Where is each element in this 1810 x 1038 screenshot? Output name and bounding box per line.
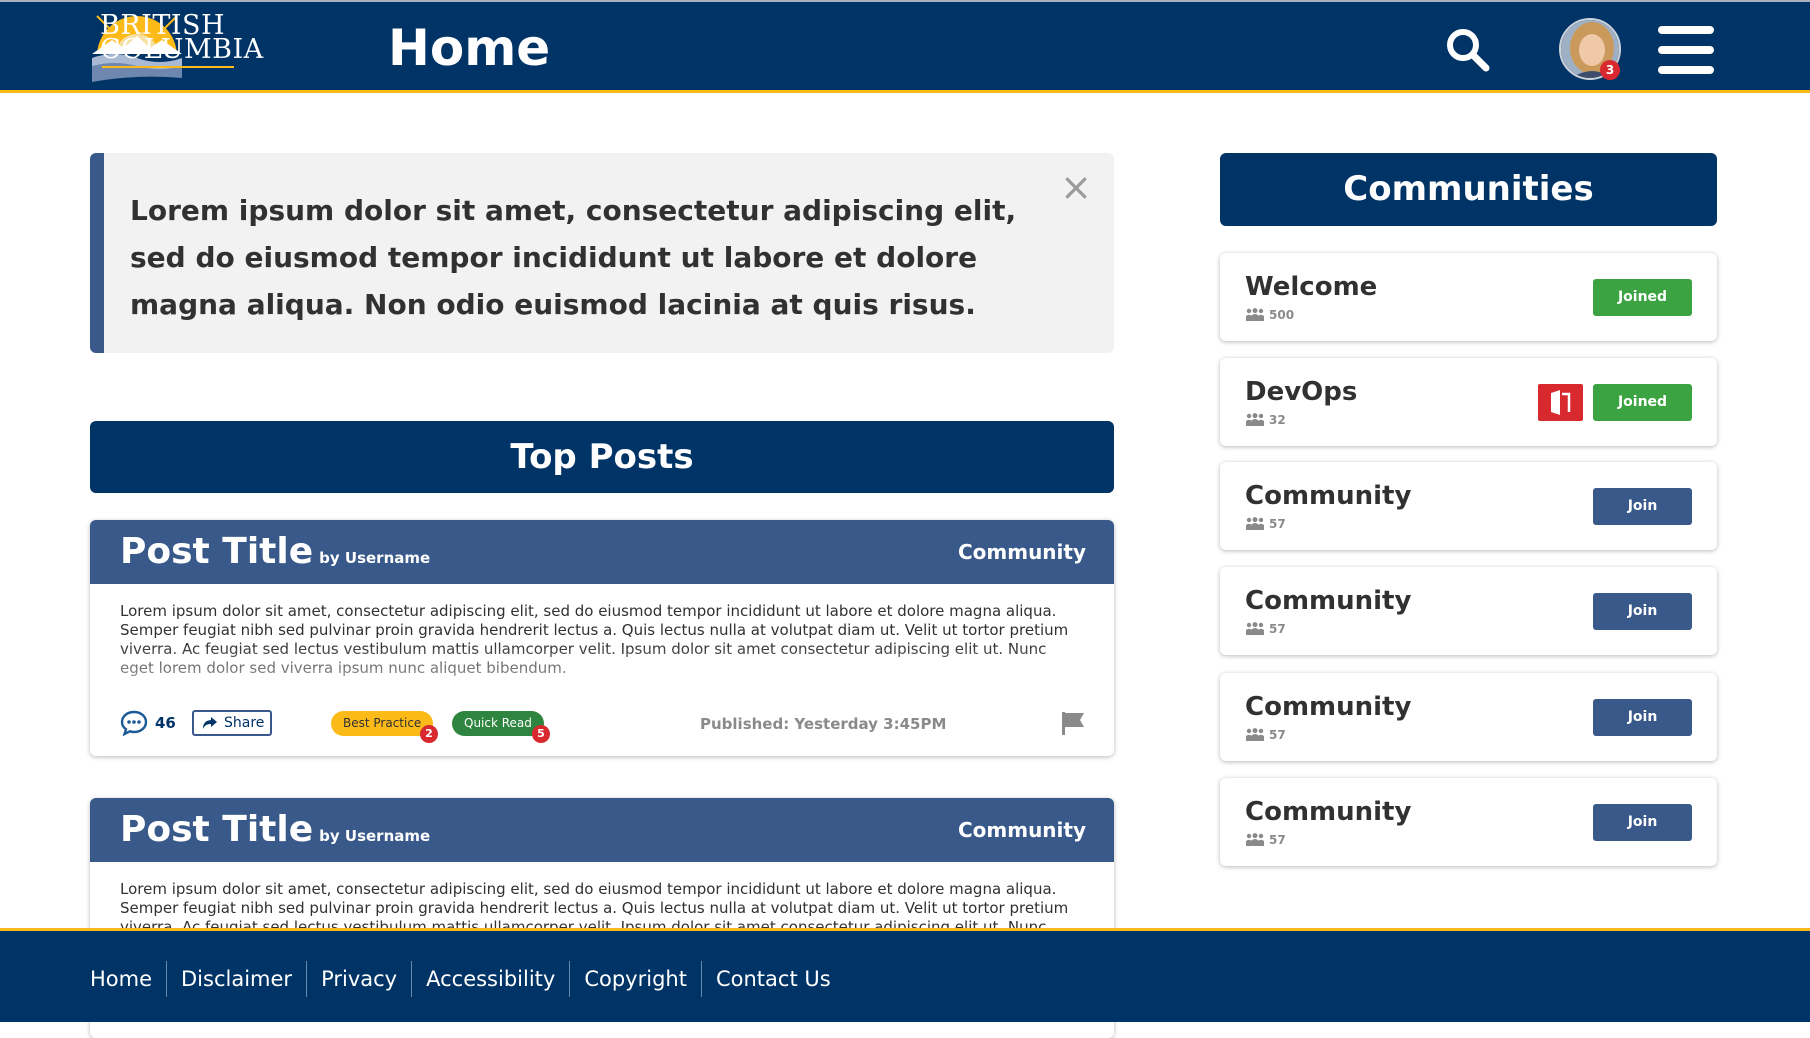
post-header: Post Title by Username Community: [90, 798, 1114, 862]
members-icon: [1246, 833, 1264, 846]
logo-line-2: COLUMBIA: [100, 34, 264, 65]
community-name: Community: [1245, 586, 1412, 616]
member-count: 57: [1245, 517, 1286, 531]
footer-link-disclaimer[interactable]: Disclaimer: [166, 961, 306, 997]
hamburger-menu-icon[interactable]: [1658, 26, 1714, 74]
post-community-link[interactable]: Community: [958, 818, 1086, 842]
tag-count-badge: 5: [532, 725, 550, 743]
post-author[interactable]: by Username: [319, 827, 430, 845]
post-title[interactable]: Post Title by Username: [120, 530, 430, 580]
published-timestamp: Published: Yesterday 3:45PM: [700, 715, 947, 733]
banner-text: Lorem ipsum dolor sit amet, consectetur …: [130, 194, 1017, 321]
community-name: DevOps: [1245, 377, 1358, 407]
member-count: 57: [1245, 728, 1286, 742]
joined-button[interactable]: Joined: [1593, 279, 1692, 316]
post-author[interactable]: by Username: [319, 549, 430, 567]
member-count: 32: [1245, 413, 1286, 427]
leave-community-button[interactable]: [1538, 384, 1583, 421]
members-icon: [1246, 622, 1264, 635]
footer-link-home[interactable]: Home: [90, 961, 166, 997]
footer-nav: Home Disclaimer Privacy Accessibility Co…: [90, 961, 845, 997]
member-count: 500: [1245, 308, 1294, 322]
page-title: Home: [388, 19, 551, 77]
footer-link-accessibility[interactable]: Accessibility: [411, 961, 569, 997]
logo-underline: [102, 66, 234, 68]
community-name: Welcome: [1245, 272, 1378, 302]
exit-door-icon: [1551, 390, 1571, 415]
close-icon[interactable]: ×: [1060, 167, 1092, 207]
joined-button[interactable]: Joined: [1593, 384, 1692, 421]
member-count-value: 32: [1269, 413, 1286, 427]
member-count-value: 57: [1269, 517, 1286, 531]
community-card[interactable]: Community 57 Join: [1220, 567, 1717, 655]
community-card[interactable]: Community 57 Join: [1220, 673, 1717, 761]
join-button[interactable]: Join: [1593, 593, 1692, 630]
tag-quick-read[interactable]: Quick Read: [452, 711, 544, 736]
post-header: Post Title by Username Community: [90, 520, 1114, 584]
notification-badge: 3: [1600, 60, 1620, 80]
community-card[interactable]: Community 57 Join: [1220, 778, 1717, 866]
site-footer: Home Disclaimer Privacy Accessibility Co…: [0, 928, 1810, 1022]
members-icon: [1246, 308, 1264, 321]
announcement-banner: Lorem ipsum dolor sit amet, consectetur …: [90, 153, 1114, 353]
post-footer: 46 Share Best Practice 2 Quick Read 5 Pu…: [90, 694, 1114, 754]
community-card-welcome[interactable]: Welcome 500 Joined: [1220, 253, 1717, 341]
top-posts-heading: Top Posts: [90, 421, 1114, 493]
join-button[interactable]: Join: [1593, 488, 1692, 525]
post-title-text: Post Title: [120, 531, 314, 572]
community-name: Community: [1245, 797, 1412, 827]
members-icon: [1246, 728, 1264, 741]
comment-count: 46: [155, 714, 176, 732]
members-icon: [1246, 517, 1264, 530]
tag-best-practice[interactable]: Best Practice: [331, 711, 434, 736]
footer-link-privacy[interactable]: Privacy: [306, 961, 411, 997]
communities-heading: Communities: [1220, 153, 1717, 226]
post-title-text: Post Title: [120, 809, 314, 850]
member-count: 57: [1245, 833, 1286, 847]
community-name: Community: [1245, 692, 1412, 722]
share-button[interactable]: Share: [192, 710, 272, 736]
comment-icon[interactable]: [120, 710, 148, 736]
join-button[interactable]: Join: [1593, 804, 1692, 841]
join-button[interactable]: Join: [1593, 699, 1692, 736]
post-community-link[interactable]: Community: [958, 540, 1086, 564]
member-count: 57: [1245, 622, 1286, 636]
member-count-value: 57: [1269, 728, 1286, 742]
post-card: Post Title by Username Community Lorem ip…: [90, 520, 1114, 756]
footer-link-contact-us[interactable]: Contact Us: [700, 961, 845, 997]
logo-wordmark: BRITISH COLUMBIA: [100, 12, 264, 65]
site-header: BRITISH COLUMBIA Home 3: [0, 0, 1810, 93]
member-count-value: 57: [1269, 622, 1286, 636]
flag-icon[interactable]: [1060, 710, 1086, 736]
tag-count-badge: 2: [420, 725, 438, 743]
footer-link-copyright[interactable]: Copyright: [569, 961, 701, 997]
share-arrow-icon: [203, 717, 217, 729]
member-count-value: 57: [1269, 833, 1286, 847]
member-count-value: 500: [1269, 308, 1295, 322]
members-icon: [1246, 413, 1264, 426]
share-label: Share: [224, 715, 265, 731]
search-icon[interactable]: [1446, 28, 1490, 72]
community-name: Community: [1245, 481, 1412, 511]
post-title[interactable]: Post Title by Username: [120, 808, 430, 858]
community-card-devops[interactable]: DevOps 32 Joined: [1220, 358, 1717, 446]
post-body: Lorem ipsum dolor sit amet, consectetur …: [90, 584, 1114, 694]
community-card[interactable]: Community 57 Join: [1220, 462, 1717, 550]
